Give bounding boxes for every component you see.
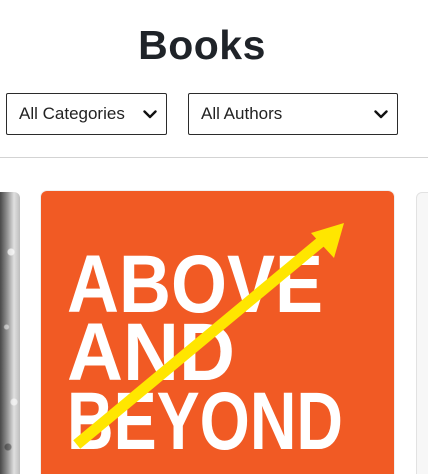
book-card[interactable]: ABOVE AND BEYOND [41, 191, 394, 474]
category-filter-value: All Categories [19, 104, 125, 123]
chevron-down-icon [369, 93, 393, 135]
page-title: Books [138, 22, 266, 68]
book-cover-image [0, 192, 20, 474]
book-card-previous[interactable] [0, 192, 20, 474]
filter-divider [0, 157, 428, 158]
book-cover-image: ABOVE AND BEYOND [67, 223, 344, 467]
books-page: Books All Categories All Authors ABOVE A… [0, 0, 428, 474]
category-filter-select[interactable]: All Categories [6, 93, 167, 135]
author-filter-select[interactable]: All Authors [188, 93, 398, 135]
book-card-next[interactable] [416, 192, 428, 474]
author-filter-value: All Authors [201, 104, 283, 123]
chevron-down-icon [138, 93, 162, 135]
